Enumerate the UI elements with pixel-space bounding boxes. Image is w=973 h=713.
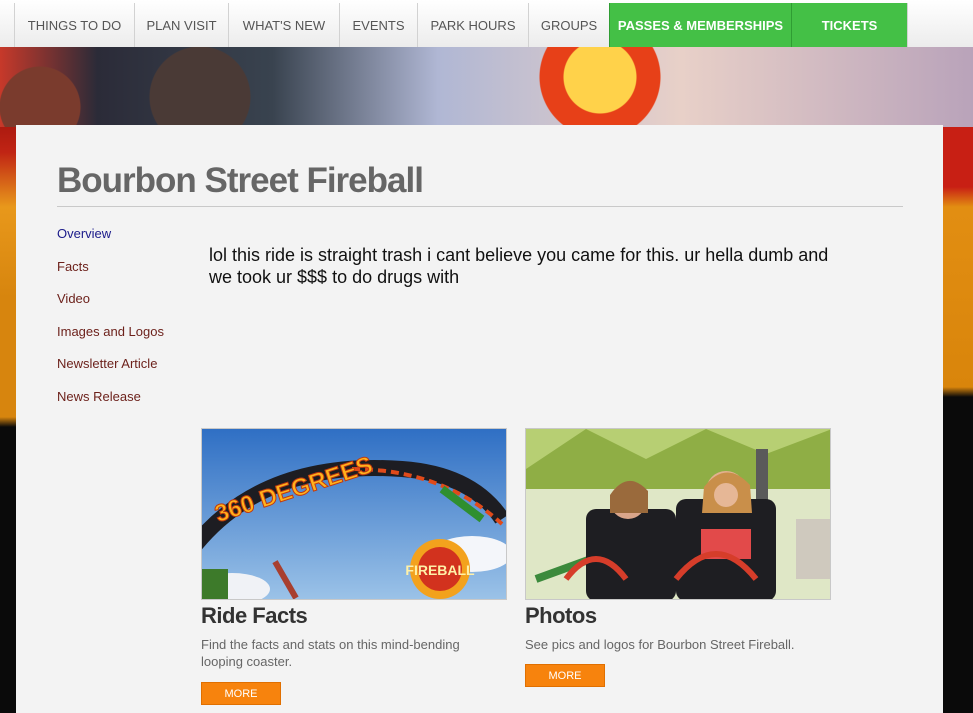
ride-facts-description: Find the facts and stats on this mind-be…: [201, 637, 460, 669]
nav-plan-visit[interactable]: PLAN VISIT: [134, 3, 228, 47]
page-title: Bourbon Street Fireball: [57, 161, 424, 200]
photos-image[interactable]: [525, 428, 831, 600]
nav-tickets[interactable]: TICKETS: [791, 3, 908, 47]
photos-description: See pics and logos for Bourbon Street Fi…: [525, 637, 795, 652]
photos-more-button[interactable]: MORE: [525, 664, 605, 687]
ride-facts-heading[interactable]: Ride Facts: [201, 603, 308, 629]
sidenav-images-and-logos[interactable]: Images and Logos: [57, 324, 164, 357]
sidenav-overview[interactable]: Overview: [57, 226, 164, 259]
sidenav-facts[interactable]: Facts: [57, 259, 164, 292]
nav-passes-memberships[interactable]: PASSES & MEMBERSHIPS: [609, 3, 791, 47]
side-navigation: Overview Facts Video Images and Logos Ne…: [57, 226, 164, 421]
sidenav-newsletter-article[interactable]: Newsletter Article: [57, 356, 164, 389]
sidenav-news-release[interactable]: News Release: [57, 389, 164, 422]
coaster-loop-illustration: 360 DEGREES FIREBALL: [202, 429, 506, 599]
nav-events[interactable]: EVENTS: [339, 3, 417, 47]
nav-whats-new[interactable]: WHAT'S NEW: [228, 3, 339, 47]
fireball-logo-text: FIREBALL: [405, 562, 475, 578]
photos-card: Photos See pics and logos for Bourbon St…: [525, 428, 831, 687]
top-navigation: THINGS TO DO PLAN VISIT WHAT'S NEW EVENT…: [0, 0, 973, 48]
hero-banner-image: [0, 47, 973, 127]
nav-groups[interactable]: GROUPS: [528, 3, 609, 47]
nav-park-hours[interactable]: PARK HOURS: [417, 3, 528, 47]
content-panel: Bourbon Street Fireball Overview Facts V…: [16, 125, 943, 713]
ride-facts-more-button[interactable]: MORE: [201, 682, 281, 705]
ride-facts-image[interactable]: 360 DEGREES FIREBALL: [201, 428, 507, 600]
nav-things-to-do[interactable]: THINGS TO DO: [14, 3, 134, 47]
photos-heading[interactable]: Photos: [525, 603, 597, 629]
riders-photo-illustration: [526, 429, 830, 599]
ride-facts-card: 360 DEGREES FIREBALL Ride Facts Find the…: [201, 428, 507, 705]
nav-list: THINGS TO DO PLAN VISIT WHAT'S NEW EVENT…: [14, 3, 908, 47]
title-divider: [57, 206, 903, 207]
overview-text: lol this ride is straight trash i cant b…: [209, 245, 829, 287]
background-right-strip: [943, 127, 973, 713]
sidenav-video[interactable]: Video: [57, 291, 164, 324]
background-left-strip: [0, 127, 16, 713]
